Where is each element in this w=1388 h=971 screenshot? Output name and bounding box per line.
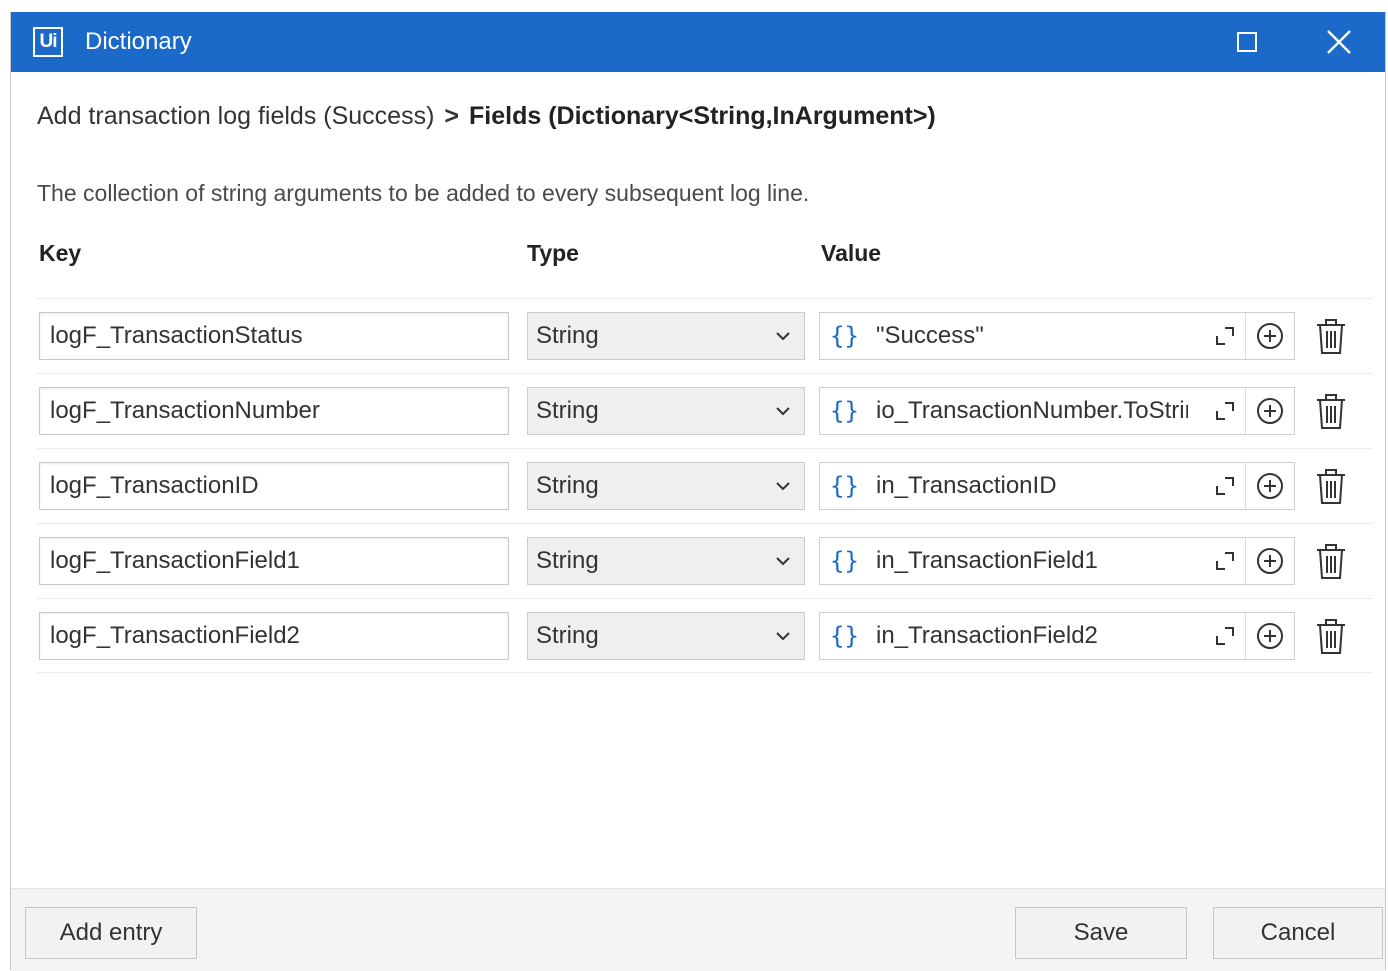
expand-icon[interactable]: [1211, 322, 1239, 350]
value-expression[interactable]: in_TransactionField2: [876, 622, 1188, 650]
uipath-logo-icon: Ui: [33, 27, 63, 57]
maximize-button[interactable]: [1201, 12, 1293, 72]
expand-icon[interactable]: [1211, 472, 1239, 500]
key-input[interactable]: [39, 312, 509, 360]
type-dropdown[interactable]: String: [527, 462, 805, 510]
type-dropdown-value: String: [536, 397, 599, 424]
value-field[interactable]: {} "Success": [819, 312, 1295, 360]
type-dropdown[interactable]: String: [527, 537, 805, 585]
table-row: String {} in_TransactionField2: [37, 598, 1373, 673]
add-variable-button[interactable]: [1245, 463, 1294, 509]
chevron-down-icon: [776, 632, 790, 641]
maximize-icon: [1237, 32, 1257, 52]
type-dropdown-value: String: [536, 622, 599, 649]
expression-braces-icon: {}: [830, 322, 859, 350]
breadcrumb-current: Fields (Dictionary<String,InArgument>): [469, 102, 936, 130]
cancel-button[interactable]: Cancel: [1213, 907, 1383, 959]
value-field[interactable]: {} in_TransactionID: [819, 462, 1295, 510]
save-button[interactable]: Save: [1015, 907, 1187, 959]
value-field[interactable]: {} in_TransactionField1: [819, 537, 1295, 585]
type-dropdown-value: String: [536, 322, 599, 349]
plus-circle-icon: [1257, 473, 1283, 499]
add-variable-button[interactable]: [1245, 313, 1294, 359]
plus-circle-icon: [1257, 623, 1283, 649]
trash-icon[interactable]: [1313, 543, 1349, 581]
plus-circle-icon: [1257, 548, 1283, 574]
expand-icon[interactable]: [1211, 547, 1239, 575]
value-field[interactable]: {} in_TransactionField2: [819, 612, 1295, 660]
add-variable-button[interactable]: [1245, 388, 1294, 434]
column-header-type: Type: [527, 240, 579, 266]
key-input[interactable]: [39, 537, 509, 585]
add-variable-button[interactable]: [1245, 538, 1294, 584]
table-row: String {} in_TransactionField1: [37, 523, 1373, 598]
dictionary-dialog: Ui Dictionary Add transaction log fields…: [10, 12, 1386, 971]
value-expression[interactable]: io_TransactionNumber.ToString: [876, 397, 1188, 425]
value-expression[interactable]: "Success": [876, 322, 1188, 350]
trash-icon[interactable]: [1313, 318, 1349, 356]
chevron-down-icon: [776, 407, 790, 416]
type-dropdown[interactable]: String: [527, 612, 805, 660]
key-input[interactable]: [39, 612, 509, 660]
expand-icon[interactable]: [1211, 622, 1239, 650]
trash-icon[interactable]: [1313, 468, 1349, 506]
expression-braces-icon: {}: [830, 622, 859, 650]
expression-braces-icon: {}: [830, 472, 859, 500]
column-header-key: Key: [39, 240, 82, 266]
entries-table: String {} "Success": [37, 298, 1373, 673]
value-expression[interactable]: in_TransactionID: [876, 472, 1188, 500]
table-row: String {} in_TransactionID: [37, 448, 1373, 523]
plus-circle-icon: [1257, 398, 1283, 424]
table-row: String {} "Success": [37, 298, 1373, 373]
close-icon: [1327, 30, 1351, 54]
plus-circle-icon: [1257, 323, 1283, 349]
expand-icon[interactable]: [1211, 397, 1239, 425]
expression-braces-icon: {}: [830, 397, 859, 425]
add-variable-button[interactable]: [1245, 613, 1294, 659]
expression-braces-icon: {}: [830, 547, 859, 575]
type-dropdown-value: String: [536, 547, 599, 574]
type-dropdown-value: String: [536, 472, 599, 499]
window-controls: [1201, 12, 1385, 72]
window-title: Dictionary: [85, 28, 192, 55]
dialog-footer: Add entry Save Cancel: [11, 888, 1385, 971]
type-dropdown[interactable]: String: [527, 312, 805, 360]
trash-icon[interactable]: [1313, 393, 1349, 431]
chevron-down-icon: [776, 482, 790, 491]
dialog-description: The collection of string arguments to be…: [37, 180, 810, 206]
column-header-value: Value: [821, 240, 882, 266]
value-field[interactable]: {} io_TransactionNumber.ToString: [819, 387, 1295, 435]
close-button[interactable]: [1293, 12, 1385, 72]
key-input[interactable]: [39, 462, 509, 510]
key-input[interactable]: [39, 387, 509, 435]
breadcrumb: Add transaction log fields (Success) > Fie…: [37, 102, 936, 131]
table-row: String {} io_TransactionNumber.ToString: [37, 373, 1373, 448]
value-expression[interactable]: in_TransactionField1: [876, 547, 1188, 575]
type-dropdown[interactable]: String: [527, 387, 805, 435]
chevron-down-icon: [776, 557, 790, 566]
trash-icon[interactable]: [1313, 618, 1349, 656]
breadcrumb-parent[interactable]: Add transaction log fields (Success): [37, 102, 434, 130]
title-bar: Ui Dictionary: [11, 12, 1385, 72]
add-entry-button[interactable]: Add entry: [25, 907, 197, 959]
chevron-down-icon: [776, 332, 790, 341]
breadcrumb-separator: >: [444, 102, 460, 130]
